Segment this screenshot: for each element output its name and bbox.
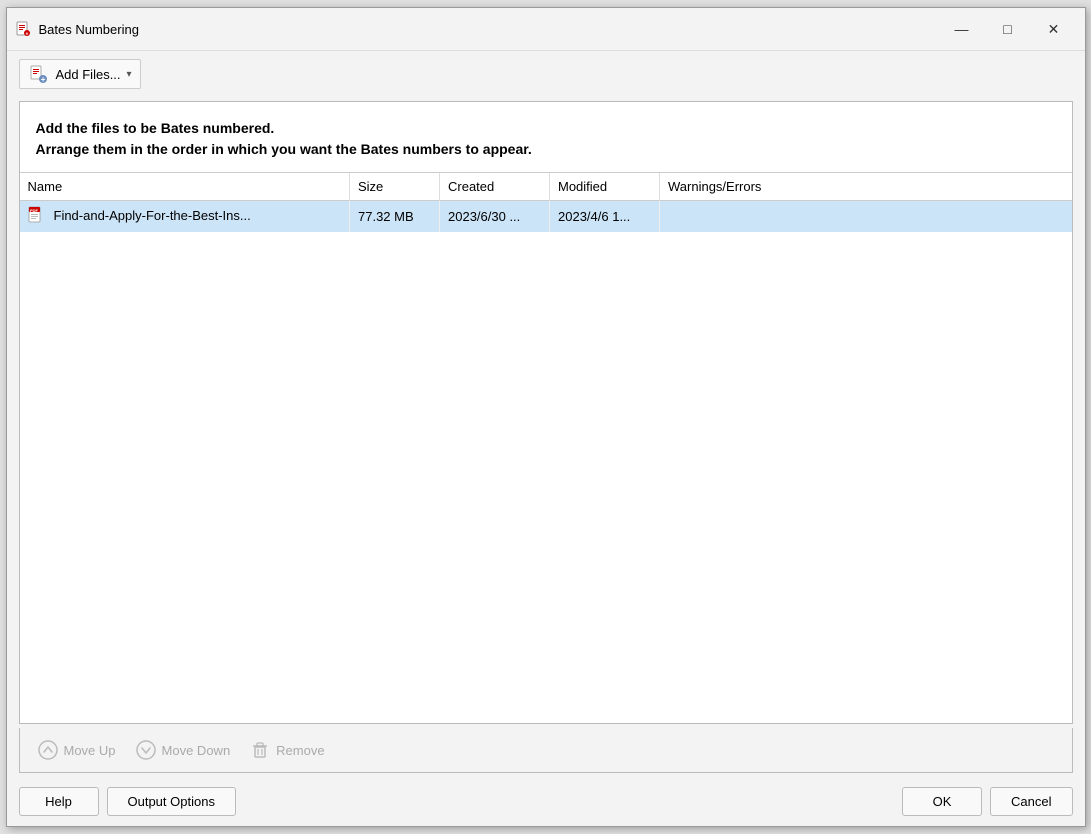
window-icon: +: [15, 21, 31, 37]
move-up-label: Move Up: [64, 743, 116, 758]
col-header-name: Name: [20, 173, 350, 201]
footer-left: Help Output Options: [19, 787, 236, 816]
footer-bar: Help Output Options OK Cancel: [7, 777, 1085, 826]
move-up-icon: [38, 740, 58, 760]
file-modified-cell: 2023/4/6 1...: [550, 201, 660, 233]
instruction-line2: Arrange them in the order in which you w…: [36, 139, 1056, 160]
add-files-button[interactable]: + Add Files... ▾: [19, 59, 141, 89]
window-title: Bates Numbering: [39, 22, 931, 37]
action-bar: Move Up Move Down Remove: [19, 728, 1073, 773]
table-header-row: Name Size Created Modified Warnings/Erro…: [20, 173, 1072, 201]
svg-text:+: +: [40, 75, 45, 84]
remove-button[interactable]: Remove: [244, 736, 330, 764]
svg-text:PDF: PDF: [30, 208, 39, 213]
toolbar: + Add Files... ▾: [7, 51, 1085, 97]
svg-text:+: +: [25, 32, 28, 38]
instruction-box: Add the files to be Bates numbered. Arra…: [20, 102, 1072, 173]
col-header-modified: Modified: [550, 173, 660, 201]
output-options-button[interactable]: Output Options: [107, 787, 236, 816]
file-table: Name Size Created Modified Warnings/Erro…: [20, 173, 1072, 232]
file-name-cell: PDF Find-and-Apply-For-the-Best-Ins...: [20, 201, 350, 233]
col-header-warnings: Warnings/Errors: [660, 173, 1072, 201]
file-name: Find-and-Apply-For-the-Best-Ins...: [54, 208, 251, 223]
trash-icon: [250, 740, 270, 760]
pdf-icon: PDF Find-and-Apply-For-the-Best-Ins...: [28, 206, 251, 224]
table-row[interactable]: PDF Find-and-Apply-For-the-Best-Ins... 7…: [20, 201, 1072, 233]
cancel-button[interactable]: Cancel: [990, 787, 1072, 816]
pdf-file-icon: PDF: [28, 206, 44, 224]
move-up-button[interactable]: Move Up: [32, 736, 122, 764]
footer-right: OK Cancel: [902, 787, 1072, 816]
col-header-created: Created: [440, 173, 550, 201]
close-button[interactable]: ✕: [1031, 14, 1077, 44]
dropdown-arrow-icon: ▾: [127, 69, 132, 80]
move-down-button[interactable]: Move Down: [130, 736, 237, 764]
add-files-icon: +: [28, 64, 48, 84]
file-list-panel: Add the files to be Bates numbered. Arra…: [19, 101, 1073, 724]
ok-button[interactable]: OK: [902, 787, 982, 816]
bates-numbering-dialog: + Bates Numbering — □ ✕ + Add Files... ▾: [6, 7, 1086, 827]
help-button[interactable]: Help: [19, 787, 99, 816]
move-down-label: Move Down: [162, 743, 231, 758]
file-warnings-cell: [660, 201, 1072, 233]
instruction-line1: Add the files to be Bates numbered.: [36, 118, 1056, 139]
minimize-button[interactable]: —: [939, 14, 985, 44]
title-bar: + Bates Numbering — □ ✕: [7, 8, 1085, 51]
remove-label: Remove: [276, 743, 324, 758]
window-controls: — □ ✕: [939, 14, 1077, 44]
col-header-size: Size: [350, 173, 440, 201]
maximize-button[interactable]: □: [985, 14, 1031, 44]
add-files-label: Add Files...: [56, 67, 121, 82]
move-down-icon: [136, 740, 156, 760]
file-list-area[interactable]: Name Size Created Modified Warnings/Erro…: [20, 173, 1072, 723]
file-size-cell: 77.32 MB: [350, 201, 440, 233]
file-created-cell: 2023/6/30 ...: [440, 201, 550, 233]
